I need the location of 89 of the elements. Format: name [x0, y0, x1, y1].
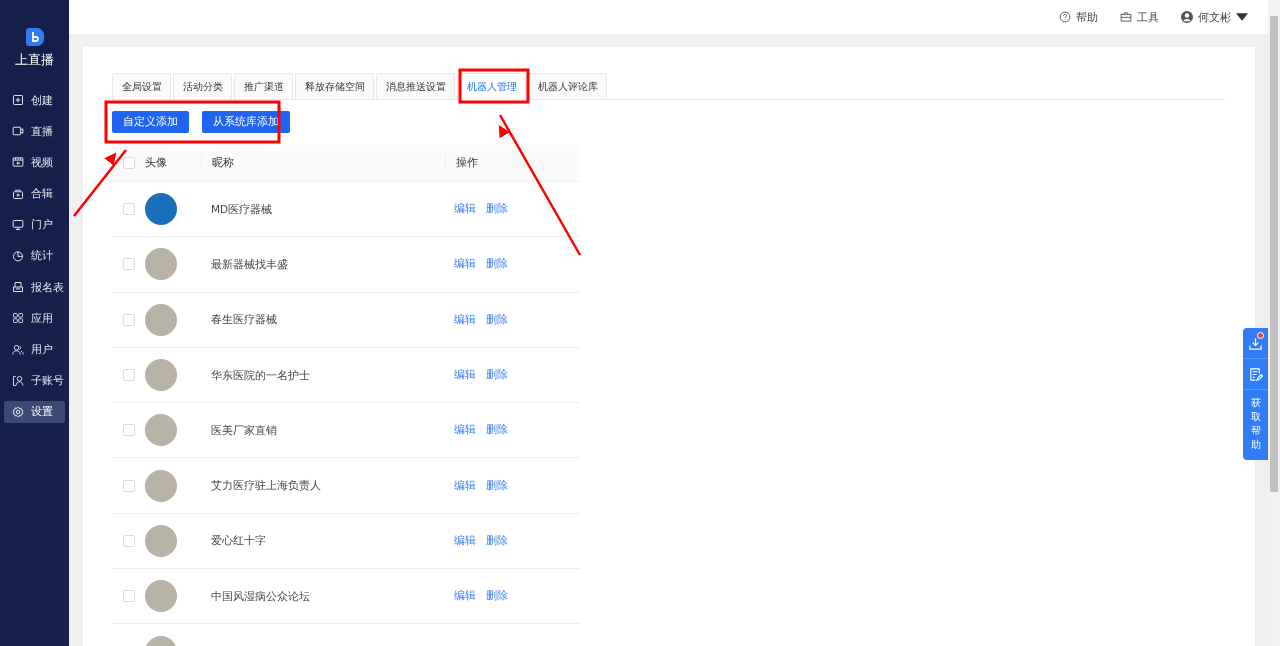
- action-link[interactable]: 删除: [486, 478, 508, 493]
- tab[interactable]: 消息推送设置: [376, 73, 455, 99]
- gear-icon: [12, 405, 24, 418]
- download-icon: [1248, 335, 1263, 351]
- action-link[interactable]: 编辑: [454, 478, 476, 493]
- note-icon: [1248, 366, 1263, 382]
- user-menu[interactable]: 何文彬: [1181, 9, 1248, 25]
- pie-icon: [12, 249, 24, 262]
- help-tab[interactable]: 获取帮助: [1250, 390, 1261, 460]
- column-header: 操作: [456, 156, 478, 170]
- tab[interactable]: 释放存储空间: [295, 73, 374, 99]
- column-header: 头像: [145, 156, 167, 168]
- checkbox[interactable]: [122, 369, 135, 382]
- checkbox[interactable]: [122, 313, 135, 326]
- nickname: 爱心红十字: [211, 534, 266, 547]
- action-link[interactable]: 编辑: [454, 368, 476, 383]
- grid-icon: [12, 312, 24, 325]
- logo-icon: [24, 27, 45, 47]
- avatar-placeholder: [145, 248, 177, 281]
- avatar-placeholder: [145, 580, 177, 613]
- sidebar-item[interactable]: 统计: [4, 244, 65, 267]
- checkbox[interactable]: [122, 258, 135, 271]
- action-link[interactable]: 删除: [486, 257, 508, 272]
- checkbox[interactable]: [122, 203, 135, 216]
- briefcase-icon: [1120, 11, 1132, 23]
- sidebar-item[interactable]: 直播: [4, 120, 65, 143]
- help-link[interactable]: 帮助: [1059, 9, 1098, 25]
- action-link[interactable]: 编辑: [454, 312, 476, 327]
- caret-icon: [1236, 11, 1248, 23]
- column-header: 昵称: [212, 156, 234, 170]
- monitor-icon: [12, 218, 24, 231]
- nickname: MD医疗器械: [211, 202, 273, 215]
- add-button[interactable]: 自定义添加: [112, 111, 189, 133]
- question-icon: [1059, 11, 1071, 23]
- sidebar-item[interactable]: 用户: [4, 338, 65, 361]
- action-link[interactable]: 删除: [486, 589, 508, 604]
- avatar-placeholder: [145, 303, 177, 336]
- tray-icon: [12, 281, 24, 294]
- highlight-frame: [458, 68, 530, 104]
- brand-name: 上直播: [15, 51, 54, 69]
- sidebar-item[interactable]: 子账号: [4, 369, 65, 392]
- action-link[interactable]: 编辑: [454, 533, 476, 548]
- annotation-arrow: [73, 149, 127, 217]
- nickname: 艾力医疗驻上海负责人: [211, 479, 321, 492]
- nickname: 春生医疗器械: [211, 313, 277, 326]
- stack-icon: [12, 187, 24, 200]
- nickname: 最新器械找丰盛: [211, 257, 288, 270]
- checkbox[interactable]: [122, 424, 135, 437]
- action-link[interactable]: 删除: [486, 202, 508, 217]
- sidebar-item[interactable]: 创建: [4, 89, 65, 111]
- sidebar-item[interactable]: 合辑: [4, 182, 65, 205]
- tools-link[interactable]: 工具: [1120, 9, 1159, 25]
- tab[interactable]: 推广渠道: [234, 73, 293, 99]
- action-link[interactable]: 编辑: [454, 202, 476, 217]
- checkbox[interactable]: [122, 157, 135, 169]
- avatar-placeholder: [145, 359, 177, 392]
- avatar-placeholder: [145, 469, 177, 502]
- action-link[interactable]: 编辑: [454, 423, 476, 438]
- action-link[interactable]: 删除: [486, 368, 508, 383]
- users-icon: [12, 343, 24, 356]
- tab[interactable]: 活动分类: [173, 73, 232, 99]
- action-link[interactable]: 删除: [486, 533, 508, 548]
- plus-icon: [12, 94, 24, 106]
- tab[interactable]: 全局设置: [112, 73, 171, 99]
- nickname: 医美厂家直销: [211, 423, 277, 436]
- action-link[interactable]: 删除: [486, 423, 508, 438]
- add-button[interactable]: 从系统库添加: [202, 111, 290, 133]
- sidebar-item[interactable]: 视频: [4, 151, 65, 174]
- camera-icon: [12, 125, 24, 138]
- action-link[interactable]: 编辑: [454, 589, 476, 604]
- avatar-placeholder: [145, 414, 177, 447]
- checkbox[interactable]: [122, 534, 135, 547]
- film-icon: [12, 156, 24, 169]
- nickname: 华东医院的一名护士: [211, 368, 310, 381]
- user-avatar-icon: [1181, 11, 1193, 23]
- sidebar-item[interactable]: 报名表: [4, 276, 65, 299]
- avatar-placeholder: [145, 193, 177, 226]
- sidebar-item[interactable]: 应用: [4, 307, 65, 330]
- nickname: 中国风湿病公众论坛: [211, 589, 310, 602]
- sidebar-item[interactable]: 门户: [4, 213, 65, 236]
- action-link[interactable]: 编辑: [454, 257, 476, 272]
- checkbox[interactable]: [122, 479, 135, 492]
- avatar-placeholder: [145, 524, 177, 557]
- sidebar-item[interactable]: 设置: [4, 400, 65, 423]
- tab[interactable]: 机器人管理: [457, 73, 526, 100]
- checkbox[interactable]: [122, 590, 135, 603]
- subuser-icon: [12, 374, 24, 387]
- tab[interactable]: 机器人评论库: [528, 73, 607, 99]
- action-link[interactable]: 删除: [486, 312, 508, 327]
